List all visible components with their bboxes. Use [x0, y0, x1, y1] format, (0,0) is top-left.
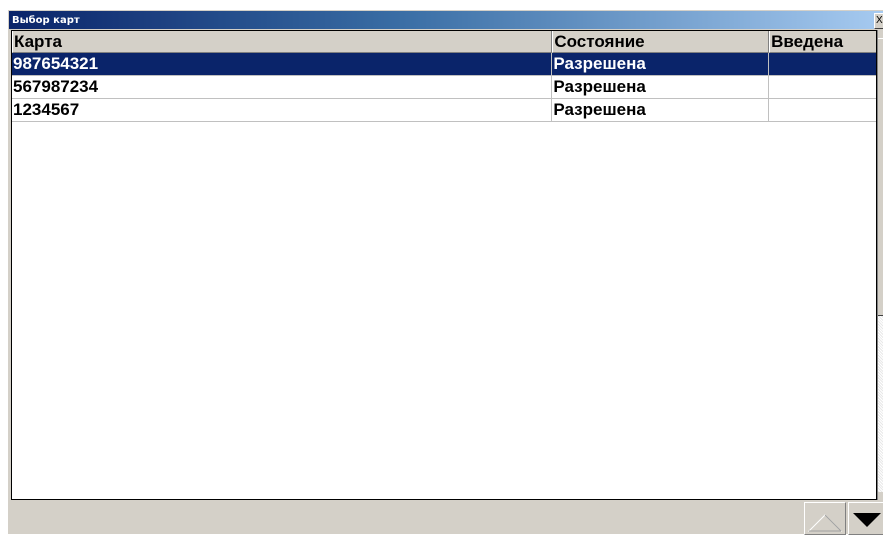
card-number-cell: 567987234 — [12, 76, 553, 99]
cards-table: Карта Состояние Введена 987654321 Разреш… — [11, 30, 877, 500]
card-number-cell: 987654321 — [12, 53, 553, 76]
entered-cell — [769, 76, 876, 99]
table-body: 987654321 Разрешена 567987234 Разрешена … — [12, 53, 876, 122]
triangle-down-filled-icon — [853, 513, 881, 527]
table-row[interactable]: 567987234 Разрешена — [12, 76, 876, 99]
column-header-entered[interactable]: Введена — [769, 31, 876, 53]
entered-cell — [769, 99, 876, 122]
status-cell: Разрешена — [552, 99, 770, 122]
card-number-cell: 1234567 — [12, 99, 553, 122]
table-row[interactable]: 987654321 Разрешена — [12, 53, 876, 76]
status-cell: Разрешена — [552, 76, 770, 99]
table-header: Карта Состояние Введена — [12, 31, 876, 53]
scroll-up-arrow-icon[interactable] — [878, 30, 883, 38]
close-icon: X — [876, 15, 883, 26]
scrollbar-thumb[interactable] — [878, 38, 883, 316]
title-bar: Выбор карт X — [9, 11, 883, 29]
close-button[interactable]: X — [874, 13, 883, 29]
status-cell: Разрешена — [552, 53, 770, 76]
page-down-button[interactable] — [848, 502, 883, 535]
triangle-up-outline-icon — [807, 514, 843, 532]
scroll-down-arrow-icon[interactable] — [878, 492, 883, 500]
column-header-card[interactable]: Карта — [12, 31, 553, 53]
entered-cell — [769, 53, 876, 76]
page-up-button[interactable] — [804, 502, 846, 535]
table-row[interactable]: 1234567 Разрешена — [12, 99, 876, 122]
column-header-status[interactable]: Состояние — [552, 31, 770, 53]
window-title: Выбор карт — [12, 14, 80, 26]
card-selection-window: Выбор карт X Карта Состояние Введена 987… — [7, 9, 883, 535]
vertical-scrollbar[interactable] — [877, 30, 883, 500]
